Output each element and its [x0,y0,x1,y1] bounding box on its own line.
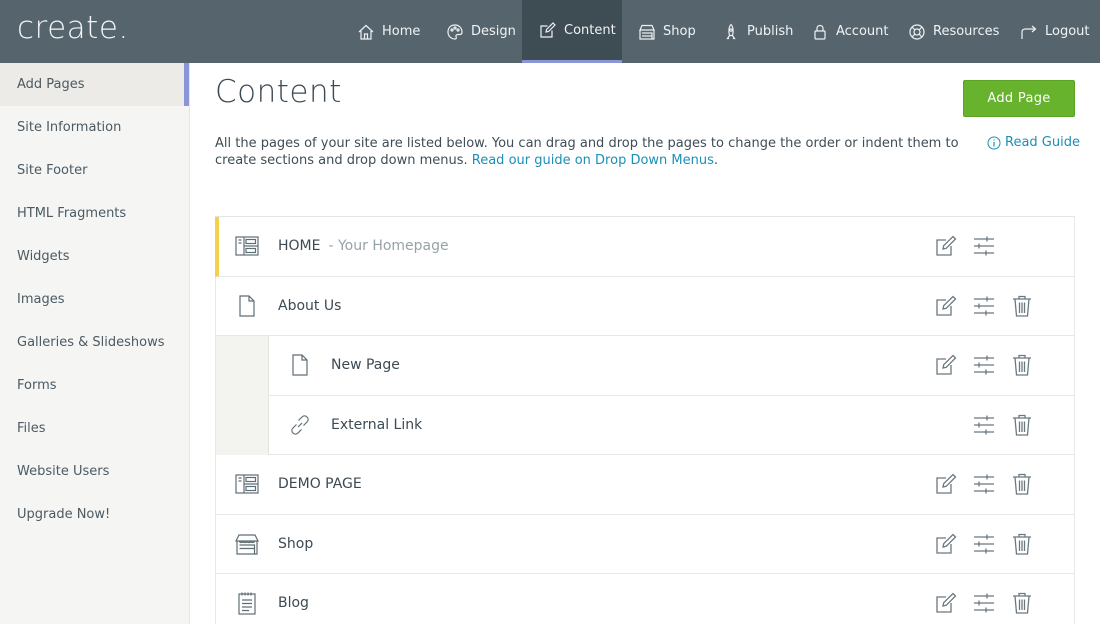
read-guide-link[interactable]: Read Guide [987,135,1080,150]
row-actions [934,336,1074,395]
home-icon [358,24,374,40]
nav-shop-label: Shop [663,24,696,39]
edit-icon[interactable] [934,353,958,377]
drop-down-guide-link[interactable]: Read our guide on Drop Down Menus [472,153,714,168]
blog-icon [234,590,260,616]
palette-icon [447,23,463,40]
trash-icon[interactable] [1010,353,1034,377]
lifebuoy-icon [909,23,925,40]
logout-icon [1021,25,1037,39]
edit-icon[interactable] [934,294,958,318]
link-icon [287,412,313,438]
settings-sliders-icon[interactable] [972,591,996,615]
trash-icon[interactable] [1010,591,1034,615]
nav-content-label: Content [564,22,616,38]
sidebar: Add Pages Site Information Site Footer H… [0,63,190,624]
sidebar-item-images[interactable]: Images [0,278,189,321]
sidebar-item-forms[interactable]: Forms [0,364,189,407]
nav-account-label: Account [836,24,889,39]
page-sublabel: - Your Homepage [328,238,449,255]
add-page-button[interactable]: Add Page [963,80,1075,117]
page-label: DEMO PAGE [278,476,362,493]
row-actions [934,515,1074,574]
layout-icon [234,471,260,497]
nav-resources-label: Resources [933,24,1000,39]
shop-icon [639,24,655,40]
trash-icon[interactable] [1010,294,1034,318]
nav-home[interactable]: Home [357,0,420,63]
settings-sliders-icon[interactable] [972,472,996,496]
row-actions [934,455,1074,514]
nav-resources[interactable]: Resources [908,0,999,63]
trash-icon[interactable] [1010,472,1034,496]
page-row-home[interactable]: HOME - Your Homepage [215,217,1075,277]
edit-icon[interactable] [934,234,958,258]
edit-icon[interactable] [934,591,958,615]
sidebar-item-site-information[interactable]: Site Information [0,106,189,149]
nav-logout[interactable]: Logout [1020,0,1090,63]
sidebar-item-website-users[interactable]: Website Users [0,450,189,493]
page-row-demo-page[interactable]: DEMO PAGE [215,455,1075,515]
intro-end: . [713,153,719,168]
read-guide-label: Read Guide [1005,135,1080,150]
nav-account[interactable]: Account [811,0,889,63]
row-actions [934,574,1074,624]
page-icon [287,352,313,378]
page-label: About Us [278,297,342,314]
row-actions [934,277,1074,336]
page-icon [234,293,260,319]
rocket-icon [726,23,736,39]
page-label-text: HOME [278,238,321,255]
settings-sliders-icon[interactable] [972,294,996,318]
page-row-external-link[interactable]: External Link [268,395,1075,455]
sidebar-item-add-pages[interactable]: Add Pages [0,63,189,106]
page-row-about-us[interactable]: About Us [215,276,1075,336]
edit-icon[interactable] [934,532,958,556]
page-label: Blog [278,595,309,612]
nav-home-label: Home [382,24,421,39]
nav-logout-label: Logout [1045,24,1090,39]
shop-icon [234,531,260,557]
page-label: New Page [331,357,400,374]
main-nav: Home Design Content Shop Publish Account… [340,0,1100,63]
page-row-shop[interactable]: Shop [215,514,1075,574]
nav-publish[interactable]: Publish [722,0,793,63]
nav-shop[interactable]: Shop [638,0,696,63]
intro-text: All the pages of your site are listed be… [215,135,965,169]
row-actions [934,217,1074,276]
page-label: External Link [331,416,423,433]
settings-sliders-icon[interactable] [972,413,996,437]
nav-publish-label: Publish [747,24,794,39]
page-row-new-page[interactable]: New Page [268,336,1075,396]
page-list: HOME - Your Homepage About Us New Page E… [215,216,1075,624]
nav-content[interactable]: Content [522,0,622,63]
page-title: Content [215,74,342,110]
trash-icon[interactable] [1010,413,1034,437]
page-row-blog[interactable]: Blog [215,574,1075,624]
settings-sliders-icon[interactable] [972,353,996,377]
edit-icon[interactable] [934,472,958,496]
nav-design[interactable]: Design [446,0,516,63]
settings-sliders-icon[interactable] [972,532,996,556]
settings-sliders-icon[interactable] [972,234,996,258]
row-actions [934,396,1074,455]
page-label: Shop [278,535,314,552]
sidebar-item-files[interactable]: Files [0,407,189,450]
sidebar-item-html-fragments[interactable]: HTML Fragments [0,192,189,235]
info-icon [987,136,1001,149]
sidebar-item-upgrade-now[interactable]: Upgrade Now! [0,493,189,536]
lock-icon [814,24,826,40]
edit-icon [540,22,556,38]
top-bar: create. Home Design Content Shop Publish… [0,0,1100,63]
sidebar-item-site-footer[interactable]: Site Footer [0,149,189,192]
child-page-group: New Page External Link [215,336,1075,455]
layout-icon [234,233,260,259]
logo[interactable]: create. [17,10,129,46]
nav-design-label: Design [471,24,516,39]
sidebar-item-widgets[interactable]: Widgets [0,235,189,278]
page-label: HOME - Your Homepage [278,238,449,254]
sidebar-item-galleries[interactable]: Galleries & Slideshows [0,321,189,364]
trash-icon[interactable] [1010,532,1034,556]
